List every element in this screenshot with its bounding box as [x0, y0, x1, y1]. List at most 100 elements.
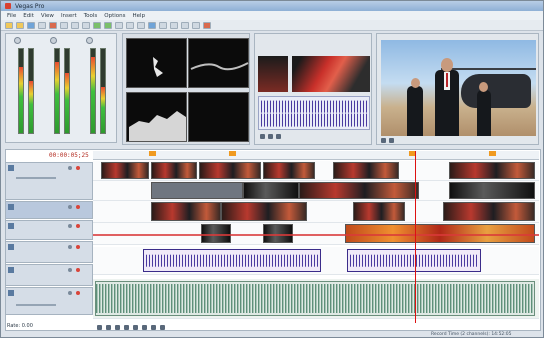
selection-tool-icon[interactable]: [137, 21, 145, 29]
properties-icon[interactable]: [38, 21, 46, 29]
new-project-icon[interactable]: [5, 21, 13, 29]
pause-icon[interactable]: [133, 324, 138, 330]
normal-edit-tool-icon[interactable]: [115, 21, 123, 29]
mute-icon[interactable]: [68, 245, 72, 249]
paste-icon[interactable]: [82, 21, 90, 29]
timeline-marker[interactable]: [229, 151, 236, 156]
mix-knob[interactable]: [86, 37, 93, 44]
video-clip[interactable]: [263, 162, 315, 179]
solo-icon[interactable]: [76, 224, 80, 228]
copy-icon[interactable]: [71, 21, 79, 29]
menu-view[interactable]: View: [41, 13, 54, 19]
lock-envelopes-icon[interactable]: [181, 21, 189, 29]
video-clip[interactable]: [221, 202, 307, 221]
solo-icon[interactable]: [76, 291, 80, 295]
audio-clip[interactable]: [143, 249, 321, 272]
level-slider[interactable]: [16, 177, 56, 179]
video-clip[interactable]: [449, 162, 535, 179]
volume-envelope[interactable]: [93, 234, 539, 236]
track-header-6[interactable]: [5, 287, 93, 315]
cut-icon[interactable]: [60, 21, 68, 29]
undo-icon[interactable]: [93, 21, 101, 29]
snapshot-icon[interactable]: [389, 138, 394, 143]
go-to-end-icon[interactable]: [160, 324, 165, 330]
gain-knob[interactable]: [14, 37, 21, 44]
loop-icon[interactable]: [276, 134, 281, 139]
solo-icon[interactable]: [76, 268, 80, 272]
menu-edit[interactable]: Edit: [23, 13, 34, 19]
video-lane-3: [93, 201, 539, 223]
volume-slider[interactable]: [16, 304, 56, 306]
preview-controls: [381, 138, 394, 143]
auto-ripple-icon[interactable]: [170, 21, 178, 29]
open-icon[interactable]: [16, 21, 24, 29]
menu-help[interactable]: Help: [133, 13, 146, 19]
mute-icon[interactable]: [68, 268, 72, 272]
playhead-cursor[interactable]: [415, 151, 416, 323]
go-to-start-icon[interactable]: [151, 324, 156, 330]
play-icon[interactable]: [260, 134, 265, 139]
trimmer-waveform-right: [261, 113, 367, 127]
pan-knob[interactable]: [50, 37, 57, 44]
play-from-start-icon[interactable]: [115, 324, 120, 330]
audio-waveform: [146, 254, 318, 267]
track-header-1[interactable]: [5, 162, 93, 200]
redo-icon[interactable]: [104, 21, 112, 29]
save-icon[interactable]: [27, 21, 35, 29]
level-meter-fill: [55, 61, 59, 133]
video-clip[interactable]: [299, 182, 419, 199]
track-header-3[interactable]: [5, 220, 93, 240]
stop-icon[interactable]: [142, 324, 147, 330]
video-clip[interactable]: [101, 162, 149, 179]
video-clip[interactable]: [151, 162, 197, 179]
mute-icon[interactable]: [68, 224, 72, 228]
video-clip[interactable]: [449, 182, 535, 199]
record-icon[interactable]: [97, 324, 102, 330]
mute-icon[interactable]: [68, 291, 72, 295]
solo-icon[interactable]: [76, 245, 80, 249]
person-right: [477, 90, 491, 136]
level-meter-1: [18, 48, 24, 134]
ignore-grouping-icon[interactable]: [192, 21, 200, 29]
play-icon[interactable]: [124, 324, 129, 330]
video-preview-panel: [376, 33, 539, 145]
audio-clip[interactable]: [95, 281, 535, 316]
timeline-marker[interactable]: [149, 151, 156, 156]
timeline-ruler[interactable]: [93, 151, 539, 160]
trimmer-thumbnail-b[interactable]: [292, 56, 370, 92]
track-header-4[interactable]: [5, 241, 93, 263]
video-clip[interactable]: [199, 162, 261, 179]
menu-tools[interactable]: Tools: [84, 13, 98, 19]
loop-playback-icon[interactable]: [106, 324, 111, 330]
timeline-marker[interactable]: [489, 151, 496, 156]
video-clip[interactable]: [243, 182, 299, 199]
solo-icon[interactable]: [76, 166, 80, 170]
video-clip[interactable]: [353, 202, 405, 221]
help-icon[interactable]: [203, 21, 211, 29]
histogram-trace: [129, 111, 186, 141]
envelope-tool-icon[interactable]: [126, 21, 134, 29]
snap-icon[interactable]: [159, 21, 167, 29]
render-icon[interactable]: [49, 21, 57, 29]
preview-quality-icon[interactable]: [381, 138, 386, 143]
vectorscope-trace: [153, 57, 163, 77]
zoom-tool-icon[interactable]: [148, 21, 156, 29]
menu-insert[interactable]: Insert: [61, 13, 77, 19]
track-header-2[interactable]: [5, 201, 93, 219]
stop-icon[interactable]: [268, 134, 273, 139]
video-clip[interactable]: [151, 202, 221, 221]
video-lane-1: [93, 161, 539, 181]
video-clip[interactable]: [443, 202, 535, 221]
track-header-5[interactable]: [5, 264, 93, 286]
solo-icon[interactable]: [76, 205, 80, 209]
mute-icon[interactable]: [68, 205, 72, 209]
video-clip[interactable]: [333, 162, 399, 179]
trimmer-audio: [258, 96, 370, 130]
mute-icon[interactable]: [68, 166, 72, 170]
level-meter-6: [100, 48, 106, 134]
audio-clip[interactable]: [347, 249, 481, 272]
menu-file[interactable]: File: [7, 13, 16, 19]
menu-options[interactable]: Options: [104, 13, 125, 19]
trimmer-thumbnail-a[interactable]: [258, 56, 288, 92]
video-clip[interactable]: [151, 182, 243, 199]
